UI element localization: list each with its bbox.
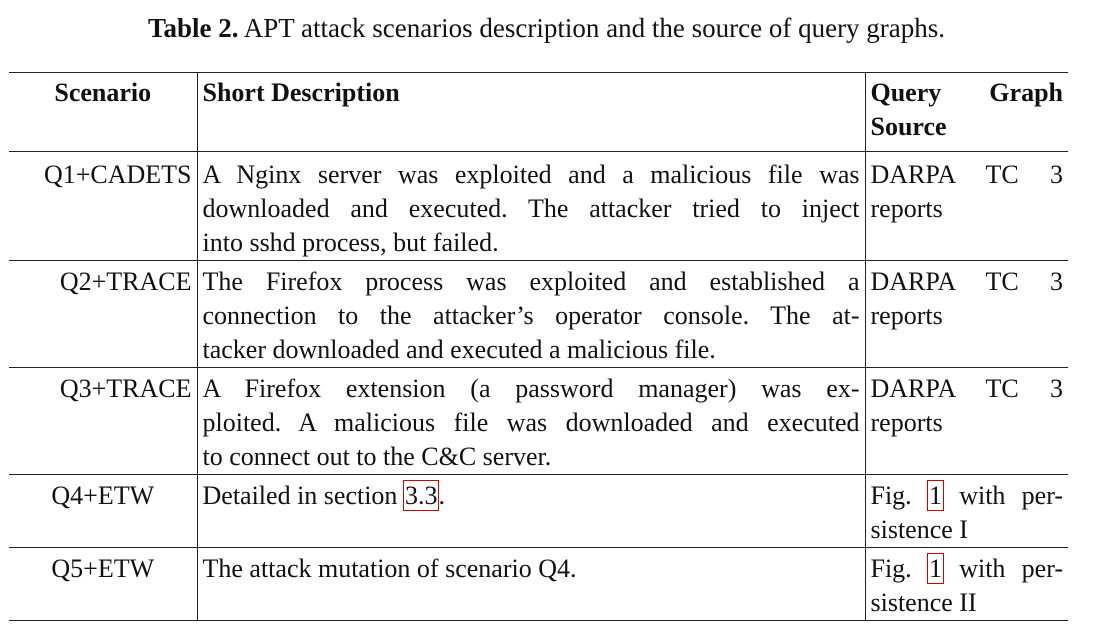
scenario-cell: Q1+CADETS (9, 154, 197, 261)
apt-scenarios-table: Scenario Short Description Query Graph S… (9, 72, 1068, 621)
source-line: reports (870, 301, 943, 330)
table-caption-text: APT attack scenarios description and the… (243, 13, 946, 43)
description-cell: Detailed in section 3.3. (196, 474, 865, 548)
figure-reference-link[interactable]: 1 (926, 480, 944, 511)
table-header-row: Scenario Short Description Query Graph S… (9, 72, 1068, 152)
figure-reference-link[interactable]: 1 (926, 553, 944, 584)
table-row: Q5+ETW The attack mutation of scenario Q… (9, 547, 1068, 621)
header-source-line2: Source (870, 112, 947, 141)
source-prefix: Fig. (870, 481, 928, 510)
source-line: DARPA TC 3 (870, 160, 1064, 189)
description-line: connection to the attacker’s operator co… (202, 301, 860, 330)
description-line: The Firefox process was exploited and es… (202, 267, 860, 296)
description-cell: A Firefox extension (a password manager)… (196, 367, 865, 475)
table-row: Q1+CADETS A Nginx server was exploited a… (9, 154, 1068, 261)
table-caption-label: Table 2. (147, 13, 239, 43)
source-cell: DARPA TC 3 reports (864, 260, 1068, 368)
source-line: sistence I (870, 515, 968, 544)
table-bottom-rule (9, 620, 1068, 621)
description-text: Detailed in section (202, 481, 404, 510)
description-line: A Firefox extension (a password manager)… (202, 374, 860, 403)
source-line: Fig. 1 with per- (870, 479, 1063, 513)
description-cell: The attack mutation of scenario Q4. (196, 547, 865, 621)
table-row: Q4+ETW Detailed in section 3.3. Fig. 1 w… (9, 474, 1068, 548)
table-row: Q2+TRACE The Firefox process was exploit… (9, 260, 1068, 368)
source-suffix: with per- (942, 554, 1063, 583)
source-line: reports (870, 408, 943, 437)
source-line: sistence II (870, 588, 977, 617)
description-cell: The Firefox process was exploited and es… (196, 260, 865, 368)
description-line: A Nginx server was exploited and a malic… (202, 160, 860, 189)
description-text: The attack mutation of scenario Q4. (202, 554, 577, 583)
section-reference-link[interactable]: 3.3 (402, 480, 440, 511)
description-cell: A Nginx server was exploited and a malic… (196, 154, 865, 261)
scenario-cell: Q2+TRACE (9, 260, 197, 368)
table-caption: Table 2. APT attack scenarios descriptio… (0, 8, 1093, 48)
description-line: downloaded and executed. The attacker tr… (202, 194, 860, 223)
description-line: to connect out to the C&C server. (202, 442, 552, 471)
source-line: reports (870, 194, 943, 223)
source-prefix: Fig. (870, 554, 928, 583)
description-line: ploited. A malicious file was downloaded… (202, 408, 860, 437)
description-text-end: . (438, 481, 445, 510)
scenario-cell: Q4+ETW (9, 474, 197, 548)
source-line: DARPA TC 3 (870, 267, 1064, 296)
header-short-description: Short Description (196, 72, 865, 152)
header-scenario: Scenario (9, 72, 197, 152)
source-cell: DARPA TC 3 reports (864, 367, 1068, 475)
header-source-line1: Query Graph (870, 78, 1064, 107)
scenario-cell: Q3+TRACE (9, 367, 197, 475)
scenario-cell: Q5+ETW (9, 547, 197, 621)
source-line: DARPA TC 3 (870, 374, 1064, 403)
source-cell: Fig. 1 with per- sistence II (864, 547, 1068, 621)
source-line: Fig. 1 with per- (870, 552, 1063, 586)
source-cell: Fig. 1 with per- sistence I (864, 474, 1068, 548)
source-cell: DARPA TC 3 reports (864, 154, 1068, 261)
source-suffix: with per- (942, 481, 1063, 510)
table-row: Q3+TRACE A Firefox extension (a password… (9, 367, 1068, 475)
description-line: into sshd process, but failed. (202, 228, 499, 257)
header-query-graph-source: Query Graph Source (864, 72, 1068, 152)
description-line: tacker downloaded and executed a malicio… (202, 335, 716, 364)
